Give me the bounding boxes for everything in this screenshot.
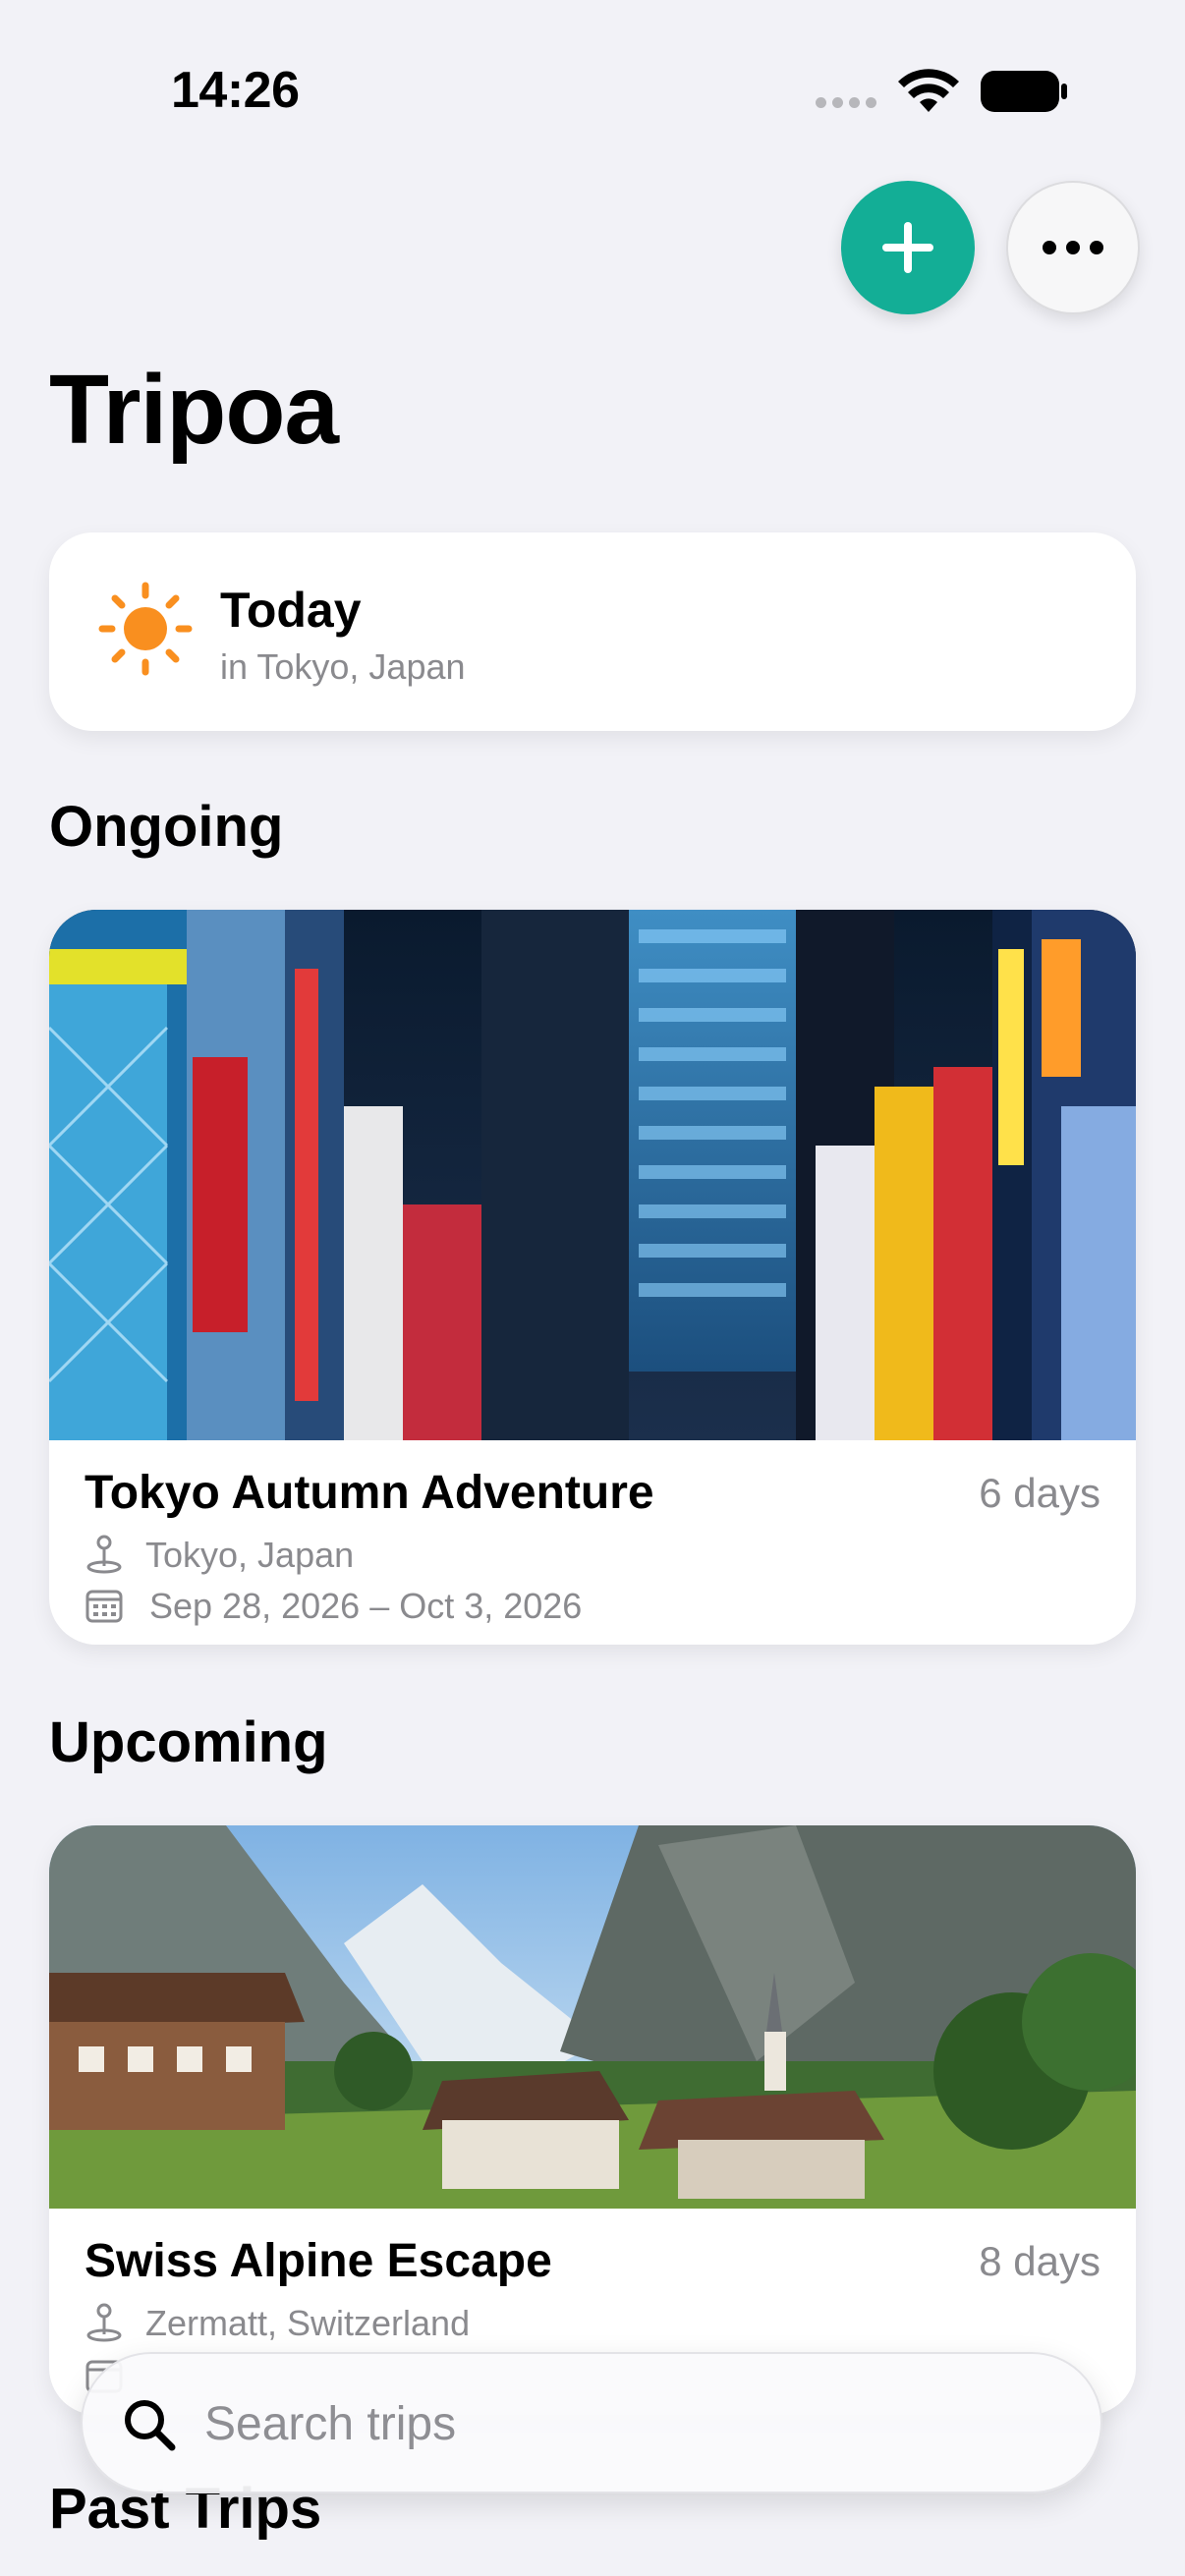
search-icon <box>125 2400 176 2451</box>
trip-dates: Sep 28, 2026 – Oct 3, 2026 <box>149 1586 583 1626</box>
trip-card-swiss[interactable]: Swiss Alpine Escape 8 days Zermatt, Swit… <box>49 1825 1136 2415</box>
trip-card-tokyo[interactable]: Tokyo Autumn Adventure 6 days Tokyo, Jap… <box>49 910 1136 1645</box>
trip-photo <box>49 1825 1136 2209</box>
trip-duration: 8 days <box>979 2238 1100 2284</box>
trip-location: Tokyo, Japan <box>145 1535 355 1575</box>
add-trip-button[interactable] <box>841 181 975 314</box>
wifi-icon <box>898 69 959 112</box>
cellular-signal-icon <box>816 96 876 108</box>
today-weather-card[interactable]: Today in Tokyo, Japan <box>49 532 1136 731</box>
calendar-icon <box>85 1590 123 1623</box>
status-time: 14:26 <box>171 62 300 119</box>
location-pin-icon <box>86 1535 122 1574</box>
more-options-button[interactable] <box>1006 181 1140 314</box>
plus-icon <box>882 222 933 273</box>
location-pin-icon <box>86 2303 122 2342</box>
trip-name: Tokyo Autumn Adventure <box>85 1467 654 1519</box>
ellipsis-icon <box>1043 241 1103 254</box>
status-icons <box>816 69 1067 114</box>
search-bar[interactable]: Search trips <box>81 2352 1102 2493</box>
section-title-ongoing: Ongoing <box>49 795 284 859</box>
trip-photo <box>49 910 1136 1440</box>
trip-name: Swiss Alpine Escape <box>85 2235 552 2287</box>
trip-location: Zermatt, Switzerland <box>145 2303 471 2343</box>
page-title: Tripoa <box>49 355 339 465</box>
trip-duration: 6 days <box>979 1470 1100 1516</box>
sun-icon <box>98 582 193 676</box>
trips-screen: 14:26 Tripoa Today in Tokyo, Japan Ongoi… <box>0 0 1185 2576</box>
today-location: in Tokyo, Japan <box>220 646 466 687</box>
search-input[interactable]: Search trips <box>204 2397 456 2451</box>
battery-icon <box>981 71 1067 112</box>
section-title-upcoming: Upcoming <box>49 1710 328 1774</box>
today-title: Today <box>220 583 362 638</box>
